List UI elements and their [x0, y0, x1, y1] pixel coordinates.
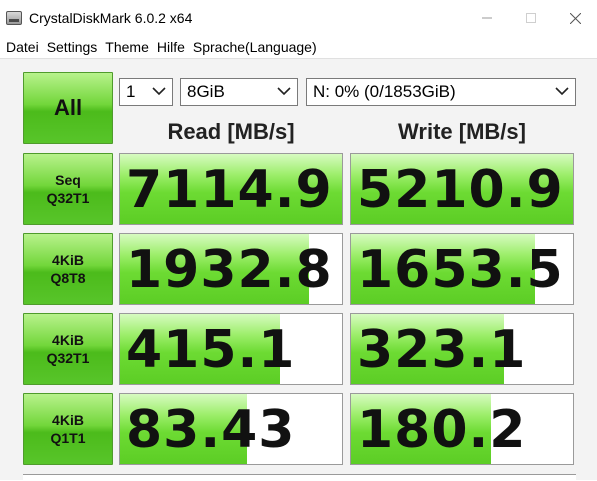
minimize-button[interactable] — [465, 0, 509, 36]
maximize-icon — [526, 13, 536, 23]
drive-select[interactable]: N: 0% (0/1853GiB) — [306, 78, 576, 106]
all-button[interactable]: All — [23, 72, 113, 144]
4kib-q8t8-button[interactable]: 4KiB Q8T8 — [23, 233, 113, 305]
window-title: CrystalDiskMark 6.0.2 x64 — [29, 10, 193, 26]
menu-bar: Datei Settings Theme Hilfe Sprache(Langu… — [0, 36, 597, 59]
4kib-q32t1-button[interactable]: 4KiB Q32T1 — [23, 313, 113, 385]
menu-settings[interactable]: Settings — [43, 39, 102, 55]
test-label-line1: Seq — [55, 172, 81, 188]
read-result-cell: 1932.8 — [119, 233, 343, 305]
chevron-down-icon — [555, 87, 569, 96]
write-result-cell: 5210.9 — [350, 153, 574, 225]
write-result-cell: 1653.5 — [350, 233, 574, 305]
menu-theme[interactable]: Theme — [101, 39, 153, 55]
write-result-value: 323.1 — [357, 320, 527, 380]
maximize-button[interactable] — [509, 0, 553, 36]
read-result-cell: 83.43 — [119, 393, 343, 465]
write-result-value: 5210.9 — [357, 160, 564, 220]
write-result-value: 180.2 — [357, 400, 527, 460]
menu-language[interactable]: Sprache(Language) — [189, 39, 321, 55]
write-header: Write [MB/s] — [398, 119, 526, 144]
window-controls — [465, 0, 597, 36]
read-result-value: 83.43 — [126, 400, 296, 460]
write-result-cell: 323.1 — [350, 313, 574, 385]
test-label-line1: 4KiB — [52, 252, 84, 268]
all-button-label: All — [53, 95, 83, 120]
app-disk-icon — [6, 11, 22, 25]
seq-q32t1-button[interactable]: Seq Q32T1 — [23, 153, 113, 225]
read-result-value: 7114.9 — [126, 160, 333, 220]
test-label-line1: 4KiB — [52, 412, 84, 428]
test-label-line2: Q32T1 — [46, 350, 90, 366]
close-icon — [569, 12, 581, 24]
read-header: Read [MB/s] — [167, 119, 295, 144]
4kib-q1t1-button[interactable]: 4KiB Q1T1 — [23, 393, 113, 465]
menu-datei[interactable]: Datei — [0, 39, 43, 55]
test-label-line1: 4KiB — [52, 332, 84, 348]
minimize-icon — [482, 17, 492, 19]
close-button[interactable] — [553, 0, 597, 36]
test-label-line2: Q32T1 — [46, 190, 90, 206]
test-label-line2: Q1T1 — [50, 430, 86, 446]
read-result-value: 415.1 — [126, 320, 296, 380]
test-label-line2: Q8T8 — [50, 270, 86, 286]
benchmark-panel: All 1 8GiB N: 0% (0/1853GiB) Read [MB/s]… — [0, 59, 597, 481]
chevron-down-icon — [152, 87, 166, 96]
test-size-select[interactable]: 8GiB — [180, 78, 298, 106]
test-size-value: 8GiB — [187, 82, 225, 101]
menu-hilfe[interactable]: Hilfe — [153, 39, 189, 55]
title-bar: CrystalDiskMark 6.0.2 x64 — [0, 0, 597, 36]
test-count-value: 1 — [126, 82, 136, 101]
drive-value: N: 0% (0/1853GiB) — [313, 82, 456, 101]
write-result-value: 1653.5 — [357, 240, 564, 300]
test-count-select[interactable]: 1 — [119, 78, 173, 106]
write-result-cell: 180.2 — [350, 393, 574, 465]
read-result-value: 1932.8 — [126, 240, 333, 300]
chevron-down-icon — [277, 87, 291, 96]
read-result-cell: 415.1 — [119, 313, 343, 385]
read-result-cell: 7114.9 — [119, 153, 343, 225]
